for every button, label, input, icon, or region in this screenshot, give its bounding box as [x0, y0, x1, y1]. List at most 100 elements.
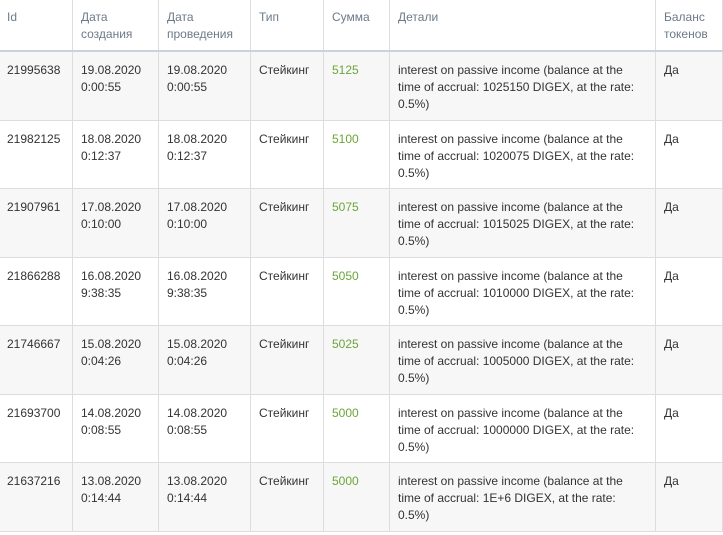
cell-id: 21907961: [0, 189, 73, 257]
cell-created: 13.08.2020 0:14:44: [73, 463, 159, 531]
cell-id: 21982125: [0, 120, 73, 188]
table-row[interactable]: 21746667 15.08.2020 0:04:26 15.08.2020 0…: [0, 326, 723, 395]
cell-id: 21637216: [0, 463, 73, 531]
cell-amount: 5050: [324, 257, 390, 325]
cell-details: interest on passive income (balance at t…: [390, 326, 656, 394]
header-details[interactable]: Детали: [390, 0, 656, 50]
cell-created-date: 15.08.2020: [81, 337, 142, 351]
cell-details: interest on passive income (balance at t…: [390, 257, 656, 325]
cell-created-date: 19.08.2020: [81, 63, 142, 77]
cell-type: Стейкинг: [251, 394, 324, 462]
cell-token-balance: Да: [656, 257, 723, 325]
cell-type: Стейкинг: [251, 257, 324, 325]
table-row[interactable]: 21637216 13.08.2020 0:14:44 13.08.2020 0…: [0, 463, 723, 532]
header-balance-line2: токенов: [664, 27, 708, 41]
cell-posted: 17.08.2020 0:10:00: [159, 189, 251, 257]
cell-type: Стейкинг: [251, 326, 324, 394]
cell-created-date: 17.08.2020: [81, 200, 142, 214]
cell-created: 19.08.2020 0:00:55: [73, 52, 159, 120]
cell-posted-time: 0:08:55: [167, 422, 208, 437]
header-id[interactable]: Id: [0, 0, 73, 50]
cell-amount: 5000: [324, 394, 390, 462]
table-row[interactable]: 21982125 18.08.2020 0:12:37 18.08.2020 0…: [0, 120, 723, 189]
cell-created: 17.08.2020 0:10:00: [73, 189, 159, 257]
cell-created: 14.08.2020 0:08:55: [73, 394, 159, 462]
table-body: 21995638 19.08.2020 0:00:55 19.08.2020 0…: [0, 52, 723, 532]
header-balance-line1: Баланс: [664, 10, 705, 24]
table-row[interactable]: 21693700 14.08.2020 0:08:55 14.08.2020 0…: [0, 394, 723, 463]
cell-posted-date: 14.08.2020: [167, 405, 228, 420]
cell-posted-date: 17.08.2020: [167, 200, 228, 214]
cell-created-time: 0:00:55: [81, 80, 122, 94]
cell-id: 21693700: [0, 394, 73, 462]
cell-details: interest on passive income (balance at t…: [390, 189, 656, 257]
header-type[interactable]: Тип: [251, 0, 324, 50]
cell-amount: 5125: [324, 52, 390, 120]
cell-posted: 16.08.2020 9:38:35: [159, 257, 251, 325]
cell-created: 16.08.2020 9:38:35: [73, 257, 159, 325]
cell-created-time: 0:12:37: [81, 148, 122, 163]
table-row[interactable]: 21907961 17.08.2020 0:10:00 17.08.2020 0…: [0, 189, 723, 258]
cell-token-balance: Да: [656, 394, 723, 462]
cell-posted-date: 19.08.2020: [167, 63, 228, 77]
cell-posted: 18.08.2020 0:12:37: [159, 120, 251, 188]
cell-posted-time: 0:12:37: [167, 148, 208, 163]
header-posted-date[interactable]: Дата проведения: [159, 0, 251, 50]
cell-type: Стейкинг: [251, 52, 324, 120]
cell-posted-time: 0:14:44: [167, 491, 208, 505]
cell-details: interest on passive income (balance at t…: [390, 394, 656, 462]
cell-posted: 14.08.2020 0:08:55: [159, 394, 251, 462]
cell-id: 21746667: [0, 326, 73, 394]
cell-type: Стейкинг: [251, 189, 324, 257]
cell-posted-time: 9:38:35: [167, 285, 208, 300]
cell-created-time: 0:08:55: [81, 422, 122, 437]
cell-details: interest on passive income (balance at t…: [390, 463, 656, 531]
cell-token-balance: Да: [656, 52, 723, 120]
cell-type: Стейкинг: [251, 120, 324, 188]
cell-posted-time: 0:04:26: [167, 354, 208, 368]
cell-created-date: 18.08.2020: [81, 131, 142, 146]
cell-created-time: 0:14:44: [81, 491, 122, 505]
cell-token-balance: Да: [656, 463, 723, 531]
cell-created-date: 16.08.2020: [81, 268, 142, 283]
header-created-date[interactable]: Дата создания: [73, 0, 159, 50]
cell-posted-date: 16.08.2020: [167, 268, 228, 283]
cell-details: interest on passive income (balance at t…: [390, 120, 656, 188]
cell-posted-time: 0:00:55: [167, 80, 208, 94]
cell-posted-date: 15.08.2020: [167, 337, 228, 351]
cell-posted: 19.08.2020 0:00:55: [159, 52, 251, 120]
cell-id: 21866288: [0, 257, 73, 325]
table-header-row: Id Дата создания Дата проведения Тип Сум…: [0, 0, 723, 52]
cell-created-time: 9:38:35: [81, 285, 122, 300]
cell-amount: 5000: [324, 463, 390, 531]
cell-token-balance: Да: [656, 326, 723, 394]
table-row[interactable]: 21995638 19.08.2020 0:00:55 19.08.2020 0…: [0, 52, 723, 121]
cell-details: interest on passive income (balance at t…: [390, 52, 656, 120]
cell-token-balance: Да: [656, 120, 723, 188]
transactions-table: Id Дата создания Дата проведения Тип Сум…: [0, 0, 723, 532]
cell-created: 15.08.2020 0:04:26: [73, 326, 159, 394]
cell-created-time: 0:04:26: [81, 354, 122, 368]
header-created-line1: Дата: [81, 10, 108, 24]
cell-posted-date: 13.08.2020: [167, 474, 228, 488]
cell-id: 21995638: [0, 52, 73, 120]
cell-posted-time: 0:10:00: [167, 217, 208, 231]
cell-created: 18.08.2020 0:12:37: [73, 120, 159, 188]
cell-token-balance: Да: [656, 189, 723, 257]
header-posted-line2: проведения: [167, 27, 233, 41]
cell-created-date: 14.08.2020: [81, 405, 142, 420]
cell-created-date: 13.08.2020: [81, 474, 142, 488]
cell-created-time: 0:10:00: [81, 217, 122, 231]
header-posted-line1: Дата: [167, 10, 194, 24]
header-created-line2: создания: [81, 27, 133, 41]
header-token-balance[interactable]: Баланс токенов: [656, 0, 723, 50]
table-row[interactable]: 21866288 16.08.2020 9:38:35 16.08.2020 9…: [0, 257, 723, 326]
cell-type: Стейкинг: [251, 463, 324, 531]
cell-posted: 13.08.2020 0:14:44: [159, 463, 251, 531]
cell-amount: 5075: [324, 189, 390, 257]
cell-amount: 5025: [324, 326, 390, 394]
header-amount[interactable]: Сумма: [324, 0, 390, 50]
cell-amount: 5100: [324, 120, 390, 188]
cell-posted-date: 18.08.2020: [167, 131, 228, 146]
cell-posted: 15.08.2020 0:04:26: [159, 326, 251, 394]
